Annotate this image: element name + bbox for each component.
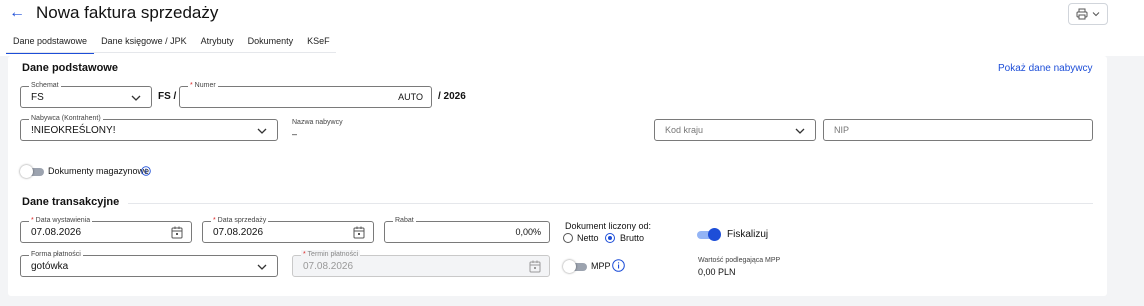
issue-date-input[interactable]: * Data wystawienia 07.08.2026 <box>20 216 192 243</box>
radio-brutto[interactable] <box>605 233 615 243</box>
chevron-down-icon <box>1092 12 1100 17</box>
show-buyer-link[interactable]: Pokaż dane nabywcy <box>998 63 1093 74</box>
number-label: * Numer <box>188 81 218 91</box>
issue-date-label: * Data wystawienia <box>29 216 93 226</box>
info-icon[interactable] <box>141 166 151 176</box>
payment-form-label: Forma płatności <box>29 250 83 260</box>
print-button[interactable] <box>1068 3 1108 25</box>
radio-netto-label: Netto <box>577 233 599 243</box>
number-value: AUTO <box>398 92 423 102</box>
schema-label: Schemat <box>29 81 61 91</box>
year-suffix: / 2026 <box>438 91 466 102</box>
country-code-select[interactable]: Kod kraju <box>654 119 816 141</box>
section-divider <box>128 203 1093 204</box>
fiscalize-toggle[interactable] <box>697 228 721 241</box>
nip-placeholder: NIP <box>834 125 850 135</box>
tab-dokumenty[interactable]: Dokumenty <box>241 32 301 54</box>
buyer-select[interactable]: Nabywca (Kontrahent) !NIEOKREŚLONY! <box>20 114 278 141</box>
calculated-from-label: Dokument liczony od: <box>565 221 652 231</box>
payment-form-select[interactable]: Forma płatności gotówka <box>20 250 278 277</box>
nip-input[interactable]: NIP <box>823 119 1093 141</box>
discount-value: 0,00% <box>515 227 541 237</box>
buyer-value: !NIEOKREŚLONY! <box>31 125 116 136</box>
tab-dane-ksiegowe[interactable]: Dane księgowe / JPK <box>94 32 194 54</box>
tab-divider <box>6 52 336 53</box>
mpp-toggle[interactable] <box>563 260 587 273</box>
page-header: ← Nowa faktura sprzedaży Dane podstawowe… <box>0 0 1144 56</box>
discount-label: Rabat <box>393 216 416 226</box>
country-code-placeholder: Kod kraju <box>665 125 704 135</box>
chevron-down-icon <box>795 128 805 134</box>
section-title-transaction: Dane transakcyjne <box>22 196 120 208</box>
payment-due-input: * Termin płatności 07.08.2026 <box>292 250 550 277</box>
chevron-down-icon <box>131 95 141 101</box>
radio-netto[interactable] <box>563 233 573 243</box>
sale-date-value: 07.08.2026 <box>213 227 264 238</box>
mpp-label: MPP <box>591 261 611 271</box>
chevron-down-icon <box>257 264 267 270</box>
calendar-icon[interactable] <box>171 226 183 239</box>
chevron-down-icon <box>257 128 267 134</box>
discount-input[interactable]: Rabat 0,00% <box>384 216 550 243</box>
section-title-basic: Dane podstawowe <box>22 62 118 74</box>
info-icon[interactable] <box>612 259 625 272</box>
schema-suffix: FS / <box>158 91 177 102</box>
sale-date-input[interactable]: * Data sprzedaży 07.08.2026 <box>202 216 374 243</box>
buyer-name-label: Nazwa nabywcy <box>292 119 343 126</box>
back-arrow-icon[interactable]: ← <box>9 4 25 22</box>
radio-brutto-label: Brutto <box>620 233 645 243</box>
calendar-icon <box>529 260 541 273</box>
warehouse-docs-label: Dokumenty magazynowe <box>48 166 150 176</box>
tab-bar: Dane podstawowe Dane księgowe / JPK Atry… <box>6 32 337 54</box>
sale-date-label: * Data sprzedaży <box>211 216 269 226</box>
tab-ksef[interactable]: KSeF <box>300 32 337 54</box>
warehouse-docs-toggle[interactable] <box>20 165 44 178</box>
payment-due-value: 07.08.2026 <box>303 261 354 272</box>
tab-dane-podstawowe[interactable]: Dane podstawowe <box>6 32 95 54</box>
schema-value: FS <box>31 92 44 103</box>
buyer-label: Nabywca (Kontrahent) <box>29 114 103 124</box>
toggle-knob <box>563 260 576 273</box>
mpp-value: 0,00 PLN <box>698 267 736 277</box>
tab-atrybuty[interactable]: Atrybuty <box>194 32 241 54</box>
printer-icon <box>1076 8 1088 20</box>
mpp-value-label: Wartość podlegająca MPP <box>698 257 781 264</box>
issue-date-value: 07.08.2026 <box>31 227 82 238</box>
payment-due-label: * Termin płatności <box>301 250 361 260</box>
number-input[interactable]: * Numer AUTO <box>179 81 432 108</box>
fiscalize-label: Fiskalizuj <box>727 229 769 240</box>
buyer-name-value: – <box>292 129 298 139</box>
form-card: Dane podstawowe Pokaż dane nabywcy Schem… <box>8 56 1107 296</box>
schema-select[interactable]: Schemat FS <box>20 81 152 108</box>
page-title: Nowa faktura sprzedaży <box>36 3 219 22</box>
calendar-icon[interactable] <box>353 226 365 239</box>
toggle-knob <box>20 165 33 178</box>
toggle-knob <box>708 228 721 241</box>
payment-form-value: gotówka <box>31 261 69 272</box>
